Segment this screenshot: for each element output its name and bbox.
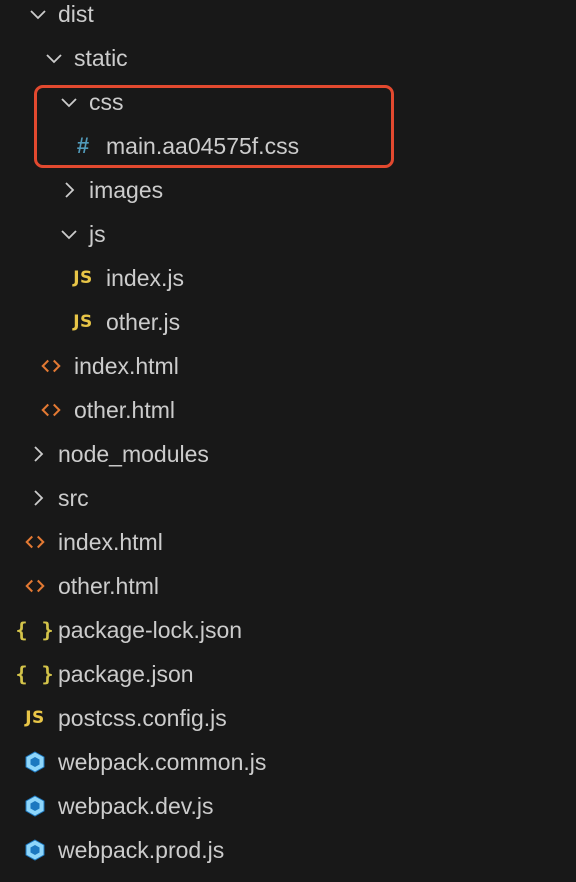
tree-item-label: index.html (74, 352, 179, 379)
tree-item-label: package.json (58, 660, 194, 687)
tree-item-other-js-file[interactable]: JS other.js (0, 300, 576, 344)
tree-item-label: other.js (106, 308, 181, 335)
tree-item-index-html-file[interactable]: index.html (0, 520, 576, 564)
tree-item-label: webpack.prod.js (58, 836, 225, 863)
tree-item-images-folder[interactable]: images (0, 168, 576, 212)
tree-item-label: index.js (106, 264, 184, 291)
tree-item-js-folder[interactable]: js (0, 212, 576, 256)
tree-item-label: other.html (58, 572, 159, 599)
tree-item-label: postcss.config.js (58, 704, 227, 731)
tree-item-dist-index-html-file[interactable]: index.html (0, 344, 576, 388)
tree-item-label: node_modules (58, 440, 209, 467)
file-explorer-tree: dist static css # main.aa04575f.css imag… (0, 0, 576, 882)
tree-item-css-folder[interactable]: css (0, 80, 576, 124)
tree-item-label: css (89, 88, 124, 115)
tree-item-node-modules-folder[interactable]: node_modules (0, 432, 576, 476)
tree-item-other-html-file[interactable]: other.html (0, 564, 576, 608)
html-file-icon (22, 528, 48, 556)
json-file-icon: { } (15, 618, 55, 642)
tree-item-index-js-file[interactable]: JS index.js (0, 256, 576, 300)
chevron-right-icon[interactable] (55, 176, 83, 204)
json-file-icon: { } (15, 662, 55, 686)
tree-item-label: src (58, 484, 89, 511)
js-file-icon: JS (25, 708, 45, 728)
tree-item-static-folder[interactable]: static (0, 36, 576, 80)
tree-item-label: static (74, 44, 128, 71)
webpack-cube-icon (22, 836, 48, 864)
webpack-cube-icon (22, 748, 48, 776)
tree-item-main-css-file[interactable]: # main.aa04575f.css (0, 124, 576, 168)
tree-item-webpack-prod-file[interactable]: webpack.prod.js (0, 828, 576, 872)
tree-item-label: webpack.common.js (58, 748, 267, 775)
tree-item-package-lock-json-file[interactable]: { } package-lock.json (0, 608, 576, 652)
html-file-icon (38, 396, 64, 424)
css-file-icon: # (76, 133, 90, 158)
chevron-down-icon[interactable] (55, 220, 83, 248)
chevron-right-icon[interactable] (24, 440, 52, 468)
tree-item-src-folder[interactable]: src (0, 476, 576, 520)
tree-item-webpack-dev-file[interactable]: webpack.dev.js (0, 784, 576, 828)
html-file-icon (22, 572, 48, 600)
tree-item-label: webpack.dev.js (58, 792, 214, 819)
js-file-icon: JS (73, 312, 93, 332)
chevron-down-icon[interactable] (24, 0, 52, 28)
tree-item-dist-other-html-file[interactable]: other.html (0, 388, 576, 432)
tree-item-label: other.html (74, 396, 175, 423)
webpack-cube-icon (22, 792, 48, 820)
tree-item-dist-folder[interactable]: dist (0, 0, 576, 36)
js-file-icon: JS (73, 268, 93, 288)
tree-item-label: index.html (58, 528, 163, 555)
chevron-down-icon[interactable] (40, 44, 68, 72)
tree-item-webpack-common-file[interactable]: webpack.common.js (0, 740, 576, 784)
html-file-icon (38, 352, 64, 380)
tree-item-label: dist (58, 0, 94, 27)
chevron-down-icon[interactable] (55, 88, 83, 116)
tree-item-label: main.aa04575f.css (106, 132, 300, 159)
tree-item-postcss-config-file[interactable]: JS postcss.config.js (0, 696, 576, 740)
tree-item-package-json-file[interactable]: { } package.json (0, 652, 576, 696)
tree-item-label: images (89, 176, 164, 203)
chevron-right-icon[interactable] (24, 484, 52, 512)
tree-item-label: js (89, 220, 106, 247)
tree-item-label: package-lock.json (58, 616, 243, 643)
